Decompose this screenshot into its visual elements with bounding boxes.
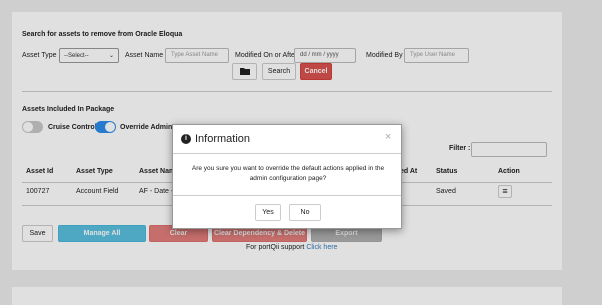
modal-message: Are you sure you want to override the de…: [191, 165, 385, 182]
no-button[interactable]: No: [289, 204, 321, 221]
info-icon: i: [181, 134, 191, 144]
close-icon[interactable]: ×: [385, 131, 391, 143]
yes-button[interactable]: Yes: [255, 204, 281, 221]
modal-footer-divider: [173, 195, 401, 196]
modal-header-divider: [173, 153, 401, 154]
information-modal: i Information × Are you sure you want to…: [172, 124, 402, 229]
modal-title: Information: [195, 133, 251, 145]
